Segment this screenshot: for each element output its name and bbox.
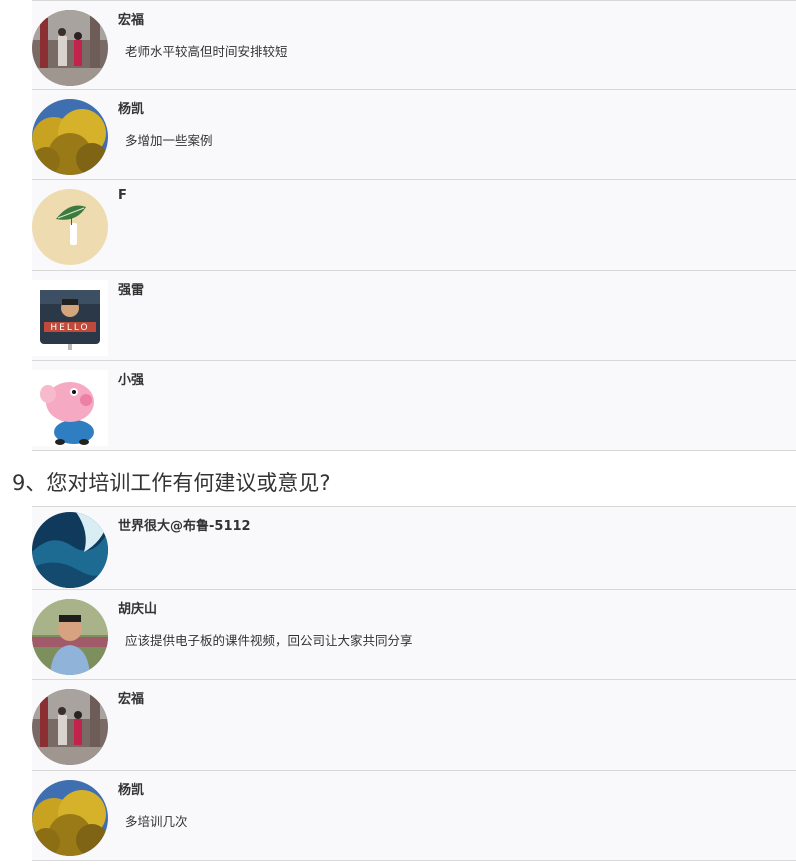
responder-name: F xyxy=(118,188,127,203)
avatar[interactable] xyxy=(32,99,108,175)
ocean-wave-avatar-icon xyxy=(32,512,108,588)
response-item: 宏福 xyxy=(32,680,796,771)
responder-name: 杨凯 xyxy=(118,102,145,117)
response-item: 胡庆山 应该提供电子板的课件视频，回公司让大家共同分享 xyxy=(32,590,796,680)
response-comment: 应该提供电子板的课件视频，回公司让大家共同分享 xyxy=(125,633,413,648)
response-item: HELLO 强雷 xyxy=(32,271,796,361)
question-heading: 9、您对培训工作有何建议或意见? xyxy=(0,451,796,506)
people-garden-avatar-icon xyxy=(32,689,108,765)
response-item: 世界很大@布鲁-5112 xyxy=(32,506,796,590)
avatar[interactable] xyxy=(32,189,108,265)
response-list: 世界很大@布鲁-5112 胡庆山 应该提供电子板的课件视频，回公司让大家共同分享 xyxy=(0,506,796,861)
man-portrait-avatar-icon xyxy=(32,599,108,675)
yellow-tree-avatar-icon xyxy=(32,780,108,856)
avatar[interactable] xyxy=(32,599,108,675)
people-garden-avatar-icon xyxy=(32,10,108,86)
yellow-tree-avatar-icon xyxy=(32,99,108,175)
responder-name: 胡庆山 xyxy=(118,602,158,617)
svg-text:HELLO: HELLO xyxy=(50,323,89,333)
leaf-plant-avatar-icon xyxy=(32,189,108,265)
avatar[interactable] xyxy=(32,10,108,86)
responder-name: 宏福 xyxy=(118,692,145,707)
response-comment: 多增加一些案例 xyxy=(125,133,213,148)
avatar[interactable]: HELLO xyxy=(32,280,108,356)
responder-name: 宏福 xyxy=(118,13,145,28)
response-item: 杨凯 多培训几次 xyxy=(32,771,796,861)
response-item: 宏福 老师水平较高但时间安排较短 xyxy=(32,0,796,90)
hello-sign-avatar-icon: HELLO xyxy=(32,280,108,356)
response-list: 宏福 老师水平较高但时间安排较短 杨凯 多增加一些案例 F HELLO 强雷 小… xyxy=(0,0,796,451)
avatar[interactable] xyxy=(32,370,108,446)
avatar[interactable] xyxy=(32,780,108,856)
response-comment: 老师水平较高但时间安排较短 xyxy=(125,44,288,59)
avatar[interactable] xyxy=(32,512,108,588)
responder-name: 世界很大@布鲁-5112 xyxy=(118,519,251,534)
avatar[interactable] xyxy=(32,689,108,765)
pink-pig-cartoon-avatar-icon xyxy=(32,370,108,446)
response-item: 杨凯 多增加一些案例 xyxy=(32,90,796,180)
response-comment: 多培训几次 xyxy=(125,814,188,829)
responder-name: 杨凯 xyxy=(118,783,145,798)
responder-name: 强雷 xyxy=(118,283,145,298)
response-item: F xyxy=(32,180,796,271)
responder-name: 小强 xyxy=(118,373,145,388)
response-item: 小强 xyxy=(32,361,796,451)
